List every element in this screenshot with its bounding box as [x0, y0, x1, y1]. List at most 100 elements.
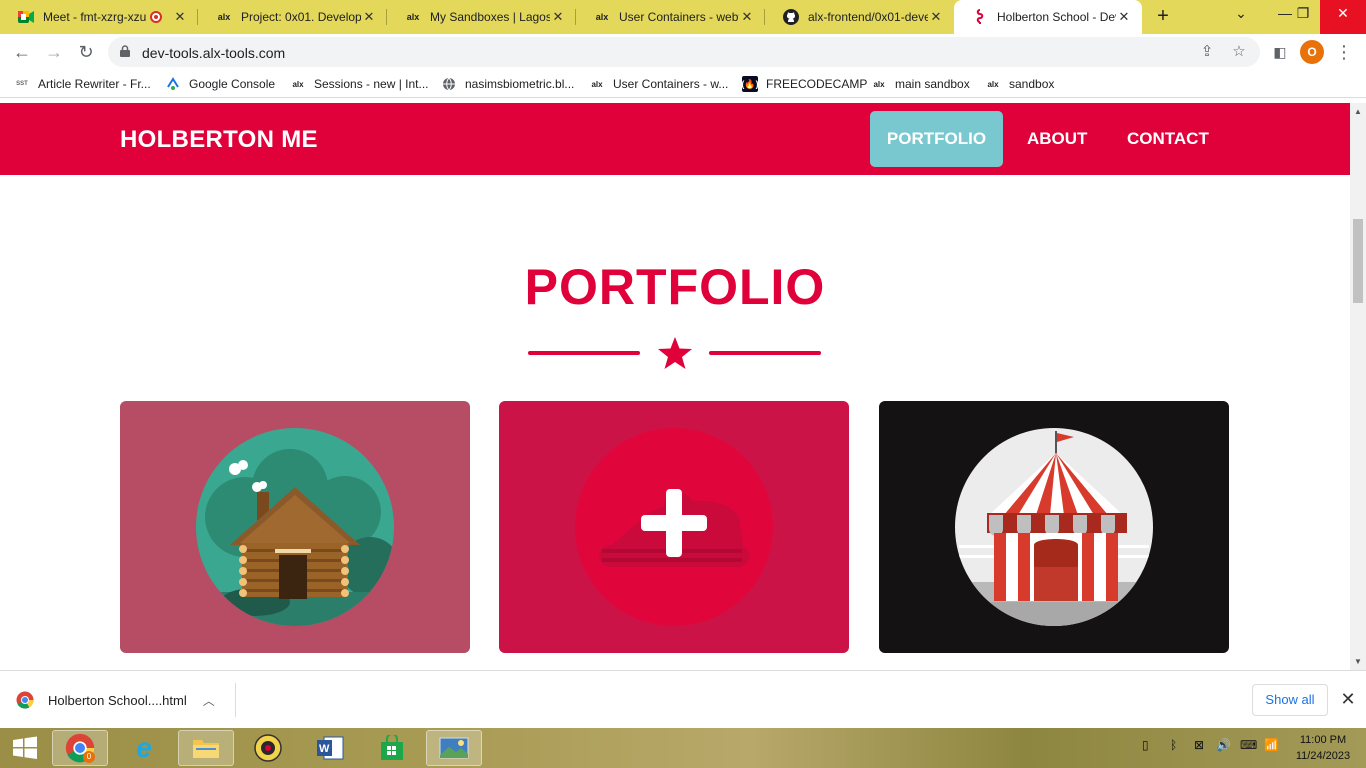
close-icon[interactable]: ✕ [172, 9, 188, 25]
taskbar-chrome[interactable]: 0 [52, 730, 108, 766]
bookmark-item[interactable]: alx sandbox [985, 75, 1054, 93]
folder-icon [193, 740, 219, 758]
word-icon: W [317, 736, 344, 760]
bookmark-label: sandbox [1009, 77, 1055, 91]
star-icon[interactable]: ☆ [1230, 43, 1248, 61]
tab-search-icon[interactable]: ⌄ [1218, 0, 1264, 34]
signal-icon[interactable]: 📶 [1264, 738, 1279, 752]
taskbar-app-emblem[interactable] [240, 730, 296, 766]
download-filename: Holberton School....html [48, 692, 187, 708]
close-icon[interactable]: ✕ [928, 9, 944, 25]
tab-title: My Sandboxes | Lagos | [430, 10, 550, 24]
alx-icon: alx [292, 79, 304, 89]
bookmark-item[interactable]: Google Console [165, 75, 275, 93]
bookmarks-bar: SST Article Rewriter - Fr... Google Cons… [0, 70, 1366, 98]
cake-icon [575, 428, 773, 626]
share-icon[interactable]: ⇪ [1198, 43, 1216, 61]
taskbar-file-explorer[interactable] [178, 730, 234, 766]
scroll-down-icon[interactable]: ▼ [1354, 657, 1362, 666]
tab-user-containers[interactable]: alx User Containers - webte ✕ [576, 0, 765, 34]
taskbar-internet-explorer[interactable]: e [116, 730, 172, 766]
google-meet-icon [18, 9, 34, 25]
bookmark-label: nasimsbiometric.bl... [465, 77, 575, 91]
address-bar[interactable]: dev-tools.alx-tools.com ⇪ ☆ [108, 37, 1260, 67]
language-icon[interactable]: ⌨ [1240, 738, 1257, 752]
back-icon[interactable]: ← [10, 40, 34, 64]
nav-about[interactable]: ABOUT [1011, 111, 1103, 167]
taskbar-photos[interactable] [426, 730, 482, 766]
volume-icon[interactable]: 🔊 [1216, 738, 1231, 752]
clock-date: 11/24/2023 [1295, 750, 1351, 762]
download-bar: Holberton School....html ︿ Show all ✕ [0, 670, 1366, 728]
scroll-up-icon[interactable]: ▲ [1354, 107, 1362, 116]
portfolio-card-circus[interactable] [879, 401, 1229, 653]
nav-portfolio[interactable]: PORTFOLIO [870, 111, 1003, 167]
browser-toolbar: ← → ↻ dev-tools.alx-tools.com ⇪ ☆ ◧ O ⋮ [0, 34, 1366, 70]
portfolio-card-cabin[interactable] [120, 401, 470, 653]
site-brand[interactable]: HOLBERTON ME [120, 126, 318, 154]
nav-contact[interactable]: CONTACT [1111, 111, 1225, 167]
bookmark-label: Google Console [189, 77, 276, 91]
star-icon [658, 337, 692, 369]
close-icon[interactable]: ✕ [550, 9, 566, 25]
page-viewport: HOLBERTON ME PORTFOLIO ABOUT CONTACT POR… [0, 103, 1350, 670]
windows-icon [13, 736, 37, 759]
bookmark-item[interactable]: alx User Containers - w... [589, 75, 728, 93]
globe-icon [441, 76, 457, 92]
tab-holberton[interactable]: Holberton School - Dev ✕ [954, 0, 1142, 34]
emblem-icon [254, 734, 282, 762]
chrome-icon [16, 691, 34, 709]
system-clock[interactable]: 11:00 PM 11/24/2023 [1288, 732, 1358, 764]
internet-explorer-icon: e [136, 732, 152, 763]
download-item[interactable]: Holberton School....html ︿ [16, 683, 236, 717]
alx-icon: alx [595, 12, 609, 22]
tab-sandboxes[interactable]: alx My Sandboxes | Lagos | ✕ [387, 0, 576, 34]
taskbar-store[interactable] [364, 730, 420, 766]
portfolio-card-cake[interactable] [499, 401, 849, 653]
holberton-icon [972, 9, 988, 25]
tab-title: Holberton School - Dev [997, 10, 1116, 24]
network-warning-icon[interactable]: ⊠ [1194, 738, 1204, 752]
github-icon [783, 9, 799, 25]
device-icon[interactable]: ▯ [1142, 738, 1149, 752]
tab-github[interactable]: alx-frontend/0x01-deve ✕ [765, 0, 954, 34]
bookmark-item[interactable]: SST Article Rewriter - Fr... [14, 75, 151, 93]
new-tab-button[interactable]: + [1150, 4, 1176, 30]
close-icon[interactable]: ✕ [1338, 689, 1358, 709]
photo-icon [439, 737, 469, 759]
menu-icon[interactable]: ⋮ [1332, 40, 1356, 64]
forward-icon[interactable]: → [42, 40, 66, 64]
tab-title: User Containers - webte [619, 10, 739, 24]
show-all-button[interactable]: Show all [1252, 684, 1328, 716]
bookmark-label: main sandbox [895, 77, 970, 91]
bookmark-item[interactable]: alx Sessions - new | Int... [290, 75, 428, 93]
page-scrollbar[interactable]: ▲ ▼ [1350, 103, 1366, 670]
close-icon[interactable]: ✕ [1116, 9, 1132, 25]
windows-taskbar: 0 e W ▯ ᛒ ⊠ 🔊 ⌨ 📶 11:00 PM 11/24/2023 [0, 728, 1366, 768]
side-panel-icon[interactable]: ◧ [1268, 40, 1292, 64]
scrollbar-thumb[interactable] [1353, 219, 1363, 303]
bookmark-item[interactable]: nasimsbiometric.bl... [441, 75, 574, 93]
taskbar-word[interactable]: W [302, 730, 358, 766]
bookmark-item[interactable]: alx main sandbox [871, 75, 970, 93]
page-title: PORTFOLIO [524, 259, 826, 315]
tab-project[interactable]: alx Project: 0x01. Develope ✕ [198, 0, 387, 34]
tab-meet[interactable]: Meet - fmt-xzrg-xzu ✕ [0, 0, 198, 34]
bookmark-item[interactable]: (🔥) FREECODECAMP [741, 75, 867, 93]
avatar[interactable]: O [1300, 40, 1324, 64]
chevron-up-icon[interactable]: ︿ [203, 692, 215, 709]
lock-icon [120, 45, 130, 57]
alx-icon: alx [406, 12, 420, 22]
close-icon[interactable]: ✕ [361, 9, 377, 25]
tab-title: alx-frontend/0x01-deve [808, 10, 928, 24]
alx-icon: alx [591, 79, 603, 89]
url-text: dev-tools.alx-tools.com [142, 45, 286, 61]
bluetooth-icon[interactable]: ᛒ [1170, 738, 1177, 752]
start-button[interactable] [0, 730, 50, 766]
tab-title: Meet - fmt-xzrg-xzu [43, 10, 147, 24]
google-console-icon [165, 76, 181, 92]
window-close-button[interactable]: ✕ [1320, 0, 1366, 34]
close-icon[interactable]: ✕ [739, 9, 755, 25]
reload-icon[interactable]: ↻ [74, 40, 98, 64]
section-divider [528, 333, 822, 373]
